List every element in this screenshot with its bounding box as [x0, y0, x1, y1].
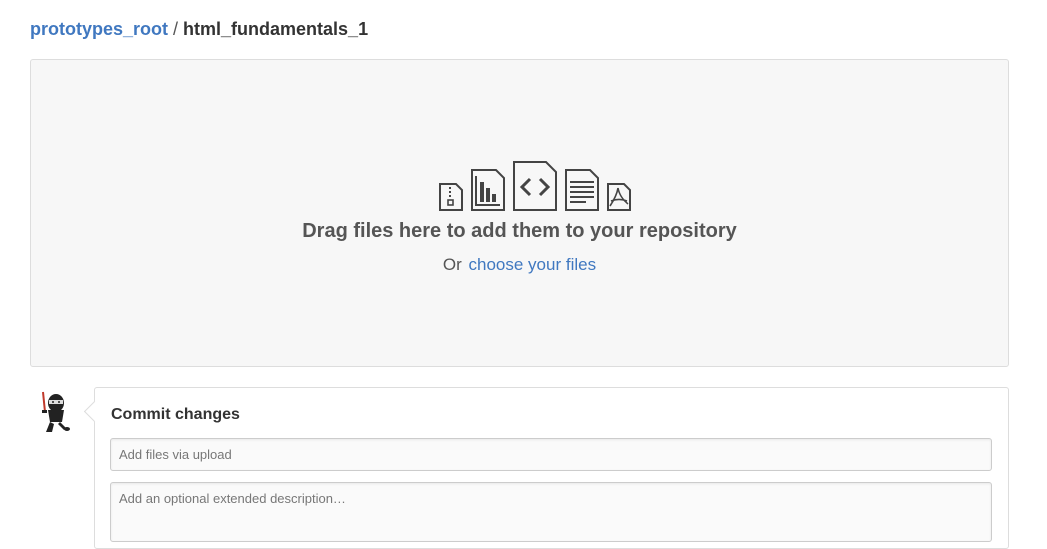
ninja-avatar-icon [42, 391, 70, 432]
commit-summary-input[interactable] [110, 438, 992, 471]
file-type-icons [31, 160, 1008, 212]
breadcrumb-separator: / [173, 19, 179, 39]
breadcrumb-owner-link[interactable]: prototypes_root [30, 19, 168, 39]
file-text-icon [564, 168, 600, 212]
commit-title: Commit changes [111, 406, 240, 423]
file-zip-icon [438, 182, 464, 212]
commit-description-textarea[interactable] [110, 482, 992, 542]
breadcrumb: prototypes_root / html_fundamentals_1 [30, 17, 368, 41]
dropzone-title: Drag files here to add them to your repo… [302, 220, 737, 242]
dropzone-or-text: Or [442, 255, 462, 274]
avatar[interactable] [34, 390, 74, 436]
upload-dropzone[interactable]: Drag files here to add them to your repo… [30, 59, 1009, 367]
file-pdf-icon [606, 182, 632, 212]
breadcrumb-repo-name[interactable]: html_fundamentals_1 [183, 19, 368, 39]
file-code-icon [512, 160, 558, 212]
choose-files-link[interactable]: choose your files [469, 255, 597, 274]
dropzone-subtitle: Or choose your files [31, 255, 1008, 275]
file-media-icon [470, 168, 506, 212]
commit-form-pointer [83, 400, 106, 423]
